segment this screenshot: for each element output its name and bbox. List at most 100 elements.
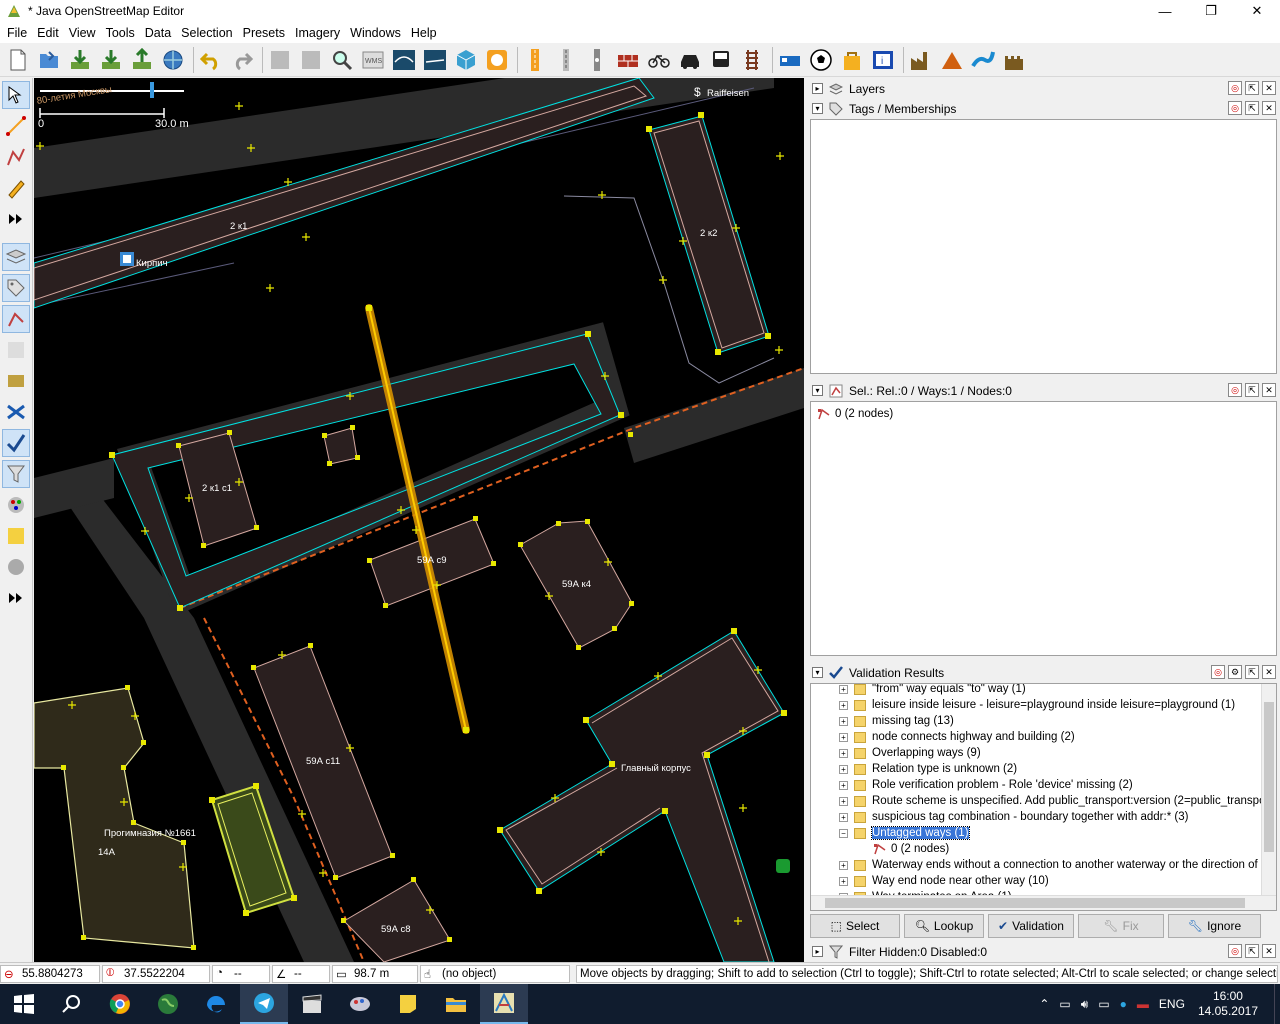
toggle-notes-button[interactable] xyxy=(2,522,30,550)
chrome-taskbar-button[interactable] xyxy=(96,984,144,1024)
list-item[interactable]: 0 (2 nodes) xyxy=(817,407,893,421)
validation-button[interactable]: ✔ Validation xyxy=(988,914,1074,938)
select-button[interactable]: ⬚ Select xyxy=(810,914,900,938)
scrollbar-thumb[interactable] xyxy=(1264,702,1274,852)
preset-bicycle-button[interactable] xyxy=(645,46,673,74)
download-button[interactable] xyxy=(97,46,125,74)
tags-panel-header[interactable]: ▾ Tags / Memberships ◎ ⇱ ✕ xyxy=(808,99,1278,118)
panel-help-icon[interactable]: ◎ xyxy=(1228,944,1242,958)
vertical-scrollbar[interactable] xyxy=(1261,684,1276,896)
panel-close-icon[interactable]: ✕ xyxy=(1262,383,1276,397)
preset-historic-button[interactable] xyxy=(1000,46,1028,74)
select-mode-button[interactable] xyxy=(2,81,30,109)
draw-mode-button[interactable] xyxy=(2,112,30,140)
filter-panel-header[interactable]: ▸ Filter Hidden:0 Disabled:0 ◎ ⇱ ✕ xyxy=(808,942,1278,961)
toggle-validation-button[interactable] xyxy=(2,429,30,457)
horizontal-scrollbar[interactable] xyxy=(811,895,1276,910)
validation-panel-header[interactable]: ▾ Validation Results ◎ ⚙ ⇱ ✕ xyxy=(808,663,1278,682)
selection-panel-header[interactable]: ▾ Sel.: Rel.:0 / Ways:1 / Nodes:0 ◎ ⇱ ✕ xyxy=(808,381,1278,400)
toggle-layers-button[interactable] xyxy=(2,243,30,271)
panel-close-icon[interactable]: ✕ xyxy=(1262,101,1276,115)
more-dialogs-button[interactable] xyxy=(2,584,30,612)
toggle-author-button[interactable] xyxy=(2,336,30,364)
panel-undock-icon[interactable]: ⇱ xyxy=(1245,383,1259,397)
show-desktop-button[interactable] xyxy=(1274,984,1280,1024)
menu-tools[interactable]: Tools xyxy=(101,26,140,40)
panel-help-icon[interactable]: ◎ xyxy=(1228,383,1242,397)
validation-row[interactable]: + suspicious tag combination - boundary t… xyxy=(811,809,1188,825)
toggle-filter-button[interactable] xyxy=(2,460,30,488)
improve-way-button[interactable] xyxy=(2,143,30,171)
selection-list[interactable]: 0 (2 nodes) xyxy=(810,401,1277,656)
panel-help-icon[interactable]: ◎ xyxy=(1228,101,1242,115)
freehand-button[interactable] xyxy=(2,174,30,202)
expand-icon[interactable]: ▸ xyxy=(812,83,823,94)
preset-accommodation-button[interactable] xyxy=(776,46,804,74)
validation-row[interactable]: + Waterway ends without a connection to a… xyxy=(811,857,1276,873)
tags-table[interactable] xyxy=(810,119,1277,374)
panel-close-icon[interactable]: ✕ xyxy=(1262,944,1276,958)
lookup-button[interactable]: 🔍︎ Lookup xyxy=(904,914,984,938)
preset-footway-button[interactable] xyxy=(583,46,611,74)
tray-telegram-icon[interactable]: ● xyxy=(1120,997,1127,1011)
close-button[interactable]: ✕ xyxy=(1234,0,1280,22)
split-way-button[interactable] xyxy=(421,46,449,74)
panel-undock-icon[interactable]: ⇱ xyxy=(1245,944,1259,958)
new-file-button[interactable] xyxy=(4,46,32,74)
expand-icon[interactable]: + xyxy=(839,860,848,870)
menu-file[interactable]: File xyxy=(2,26,32,40)
search-button[interactable] xyxy=(328,46,356,74)
explorer-taskbar-button[interactable] xyxy=(432,984,480,1024)
panel-help-icon[interactable]: ◎ xyxy=(1211,665,1225,679)
preset-info-button[interactable]: i xyxy=(869,46,897,74)
expand-icon[interactable]: + xyxy=(839,812,848,822)
panel-help-icon[interactable]: ◎ xyxy=(1228,81,1242,95)
panel-undock-icon[interactable]: ⇱ xyxy=(1245,101,1259,115)
menu-imagery[interactable]: Imagery xyxy=(290,26,345,40)
paste-button[interactable] xyxy=(297,46,325,74)
validation-row[interactable]: + Overlapping ways (9) xyxy=(811,745,981,761)
validation-row[interactable]: + Route scheme is unspecified. Add public… xyxy=(811,793,1276,809)
menu-help[interactable]: Help xyxy=(406,26,442,40)
panel-close-icon[interactable]: ✕ xyxy=(1262,81,1276,95)
validation-row[interactable]: + leisure inside leisure - leisure=playgr… xyxy=(811,697,1235,713)
expand-icon[interactable]: + xyxy=(839,748,848,758)
preset-path-button[interactable] xyxy=(552,46,580,74)
expand-icon[interactable]: ▸ xyxy=(812,946,823,957)
wms-tms-button[interactable]: WMS xyxy=(359,46,387,74)
start-button[interactable] xyxy=(0,984,48,1024)
menu-edit[interactable]: Edit xyxy=(32,26,64,40)
collapse-icon[interactable]: ▾ xyxy=(812,667,823,678)
validation-tree[interactable]: + "from" way equals "to" way (1) + leisure … xyxy=(810,683,1277,911)
preset-industrial-button[interactable] xyxy=(907,46,935,74)
collapse-icon[interactable]: ▾ xyxy=(812,385,823,396)
paint-app-button[interactable] xyxy=(336,984,384,1024)
panel-undock-icon[interactable]: ⇱ xyxy=(1245,665,1259,679)
update-data-button[interactable] xyxy=(159,46,187,74)
expand-icon[interactable]: + xyxy=(839,716,848,726)
open-file-button[interactable] xyxy=(35,46,63,74)
expand-icon[interactable]: + xyxy=(839,732,848,742)
josm-taskbar-button[interactable] xyxy=(480,984,528,1024)
menu-presets[interactable]: Presets xyxy=(238,26,290,40)
preset-shop-button[interactable] xyxy=(838,46,866,74)
validation-row[interactable]: + Way end node near other way (10) xyxy=(811,873,1049,889)
toggle-tags-button[interactable] xyxy=(2,274,30,302)
validation-row[interactable]: − Untagged ways (1) xyxy=(811,825,970,841)
notes-app-button[interactable] xyxy=(384,984,432,1024)
toggle-minimap-button[interactable] xyxy=(2,553,30,581)
toggle-conflict-button[interactable] xyxy=(2,367,30,395)
plugin-button-2[interactable] xyxy=(483,46,511,74)
edge-taskbar-button[interactable] xyxy=(192,984,240,1024)
redo-button[interactable] xyxy=(228,46,256,74)
expand-icon[interactable]: + xyxy=(839,764,848,774)
collapse-icon[interactable]: − xyxy=(839,828,848,838)
collapse-icon[interactable]: ▾ xyxy=(812,103,823,114)
validation-row[interactable]: 0 (2 nodes) xyxy=(811,841,949,857)
map-view[interactable]: $ 0 30.0 m 2 к1 2 к2 Кирпич Raiffeisen 2… xyxy=(34,78,804,962)
tray-network-icon[interactable]: ▭ xyxy=(1098,997,1109,1011)
preset-sport-button[interactable] xyxy=(807,46,835,74)
preset-road-button[interactable] xyxy=(521,46,549,74)
validation-row[interactable]: + missing tag (13) xyxy=(811,713,954,729)
hscrollbar-thumb[interactable] xyxy=(825,898,1245,908)
